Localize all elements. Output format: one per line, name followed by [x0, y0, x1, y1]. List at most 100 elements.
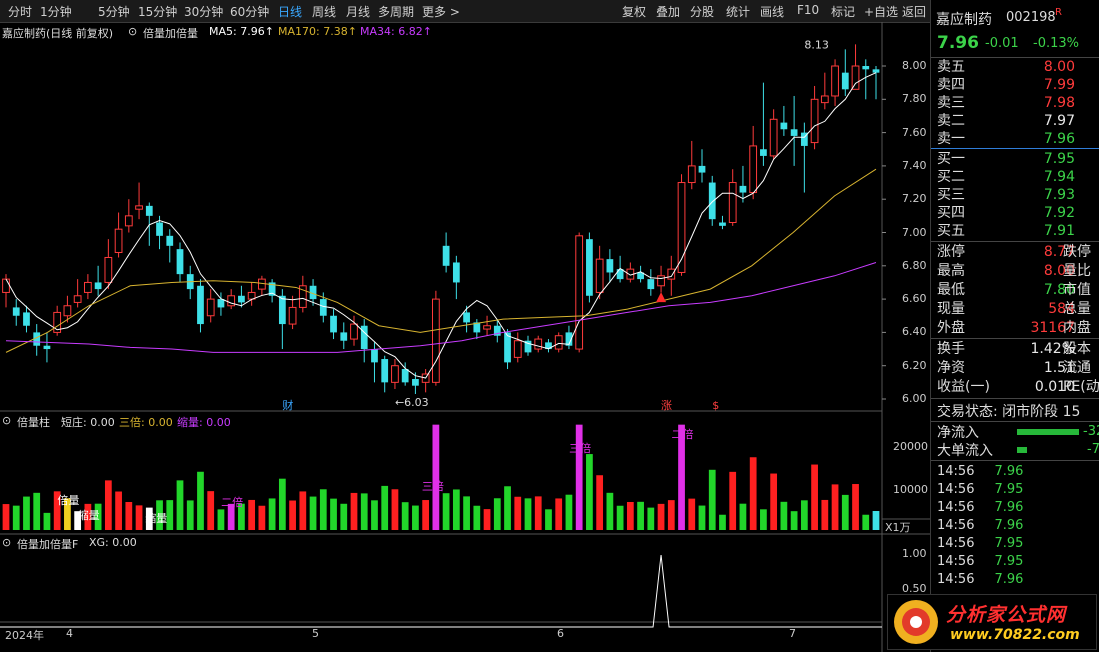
bid-row-value: 7.91 — [1043, 223, 1075, 239]
candle-body-down — [145, 205, 153, 216]
bid-row-value: 7.95 — [1043, 151, 1075, 167]
indicator-name[interactable]: 倍量加倍量 — [143, 25, 198, 41]
ma5-label: MA5: 7.96↑ — [209, 25, 274, 38]
period-tab[interactable]: 月线 — [346, 3, 370, 20]
candle-body-up — [687, 165, 696, 184]
ask-row: 卖四 7.99 — [937, 76, 1097, 94]
volume-bar — [811, 464, 818, 530]
period-tab[interactable]: 60分钟 — [230, 3, 269, 20]
stat-row-label: 换手 — [937, 341, 965, 357]
volume-bar — [115, 491, 122, 530]
volume-bar — [534, 496, 542, 530]
period-tab[interactable]: 1分钟 — [40, 3, 72, 20]
volume-bar — [23, 496, 30, 530]
ask-row-value: 7.99 — [1043, 77, 1075, 93]
signal-indicator-icon[interactable]: ⊙ — [2, 536, 11, 549]
stat-row-label: 收益(一) — [937, 379, 990, 395]
volume-bar — [657, 503, 665, 530]
candle-body-up — [432, 298, 440, 383]
period-tab[interactable]: 5分钟 — [98, 3, 130, 20]
tick-time: 14:56 — [937, 536, 975, 551]
candle-body-down — [760, 149, 767, 156]
logo-url: www.70822.com — [950, 627, 1080, 643]
stat-row-tail: PE(动 — [1063, 379, 1099, 395]
big-inflow-label: 大单流入 — [937, 443, 993, 459]
period-tab[interactable]: 周线 — [312, 3, 336, 20]
stat-row-tail: 市值 — [1063, 282, 1091, 298]
volume-bar — [258, 505, 266, 530]
candle-body-down — [708, 182, 716, 220]
ma170-label: MA170: 7.38↑ — [278, 25, 357, 38]
volume-bar — [442, 493, 450, 530]
candle-body-down — [23, 312, 30, 326]
price-axis-label: 7.40 — [902, 158, 927, 172]
volume-bar — [43, 512, 51, 530]
stats-button[interactable]: 统计 — [726, 3, 750, 20]
candle-body-down — [780, 122, 788, 130]
tick-time: 14:56 — [937, 518, 975, 533]
volume-bar — [749, 457, 757, 530]
period-tab[interactable]: 30分钟 — [184, 3, 223, 20]
add-watchlist-button[interactable]: +自选 — [864, 3, 898, 20]
buy-signal-marker — [656, 292, 667, 303]
candle-body-up — [575, 235, 584, 350]
volume-bar — [872, 510, 880, 530]
volume-title[interactable]: 倍量柱 — [17, 414, 50, 430]
volume-bar — [862, 514, 870, 530]
volume-bar — [760, 509, 767, 530]
time-axis-month: 5 — [312, 627, 319, 640]
stat-row-label: 净资 — [937, 360, 965, 376]
xg-label: XG: 0.00 — [89, 536, 137, 549]
back-button[interactable]: 返回 — [902, 3, 926, 20]
volume-bar — [186, 500, 194, 530]
price-axis-label: 7.20 — [902, 192, 927, 206]
volume-indicator-icon[interactable]: ⊙ — [2, 414, 11, 427]
stat-row: 换手 1.42% 股本 — [937, 340, 1097, 358]
mark-button[interactable]: 标记 — [831, 3, 855, 20]
net-inflow-bar — [1017, 429, 1079, 435]
kline-chart-svg[interactable]: 8.13←6.03财涨 $倍量缩量 缩量二倍三倍三倍二倍 — [0, 22, 930, 652]
volume-bar — [432, 424, 440, 530]
chart-area[interactable]: 8.13 ←6.03 财涨 $ 倍量 缩量 缩量 二倍 三倍 三倍 二倍 嘉应制药(日线 前复权) … — [0, 22, 930, 652]
volume-bar — [821, 499, 829, 530]
overlay-button[interactable]: 叠加 — [656, 3, 680, 20]
volume-bar — [616, 505, 624, 530]
bid-row: 买二 7.94 — [937, 168, 1097, 186]
adjust-button[interactable]: 复权 — [622, 3, 646, 20]
volume-bar — [371, 500, 378, 530]
volume-bar — [473, 505, 481, 530]
candle-body-up — [63, 305, 72, 317]
candle-body-down — [238, 295, 245, 303]
volume-bar — [852, 484, 859, 530]
net-inflow-value: -32 — [1083, 424, 1099, 439]
more-periods-button[interactable]: 更多 > — [422, 3, 460, 20]
vol-axis-20000: 20000 — [893, 440, 928, 453]
signal-title[interactable]: 倍量加倍量F — [17, 536, 78, 552]
volume-bar — [401, 502, 409, 530]
ask-row-value: 7.96 — [1043, 131, 1075, 147]
triple-label: 三倍: 0.00 — [119, 416, 173, 429]
volume-bar — [555, 498, 563, 530]
period-tab[interactable]: 分时 — [8, 3, 32, 20]
candle-body-up — [73, 295, 82, 303]
volume-bar — [463, 496, 470, 530]
draw-button[interactable]: 画线 — [760, 3, 784, 20]
split-button[interactable]: 分股 — [690, 3, 714, 20]
tick-price: 7.96 — [994, 572, 1024, 587]
volume-bar — [104, 480, 112, 530]
volume-bar-label: 三倍 — [422, 479, 444, 493]
candle-body-up — [657, 275, 665, 287]
volume-bar — [626, 502, 634, 530]
f10-button[interactable]: F10 — [797, 3, 819, 17]
period-tab[interactable]: 15分钟 — [138, 3, 177, 20]
volume-bar — [268, 498, 276, 530]
volume-bar — [698, 505, 706, 530]
stat-row-tail: 流通 — [1063, 360, 1091, 376]
period-tab[interactable]: 多周期 — [378, 3, 414, 20]
period-tab-daily[interactable]: 日线 — [278, 3, 302, 20]
volume-bar — [309, 496, 317, 530]
indicator-switch-icon[interactable]: ⊙ — [128, 25, 137, 38]
volume-bar — [135, 505, 143, 530]
tick-price: 7.95 — [994, 482, 1024, 497]
ask-row-label: 卖五 — [937, 59, 965, 75]
